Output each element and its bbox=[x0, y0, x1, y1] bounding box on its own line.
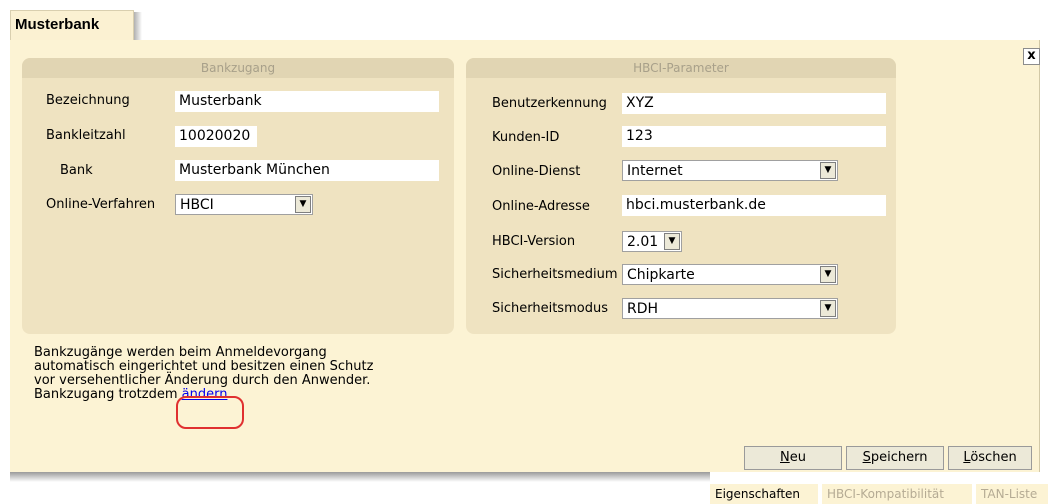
chevron-down-icon[interactable]: ▼ bbox=[820, 266, 836, 283]
tab-tan-liste[interactable]: TAN-Liste bbox=[976, 484, 1048, 504]
label-bankleitzahl: Bankleitzahl bbox=[46, 128, 126, 143]
select-sicherheitsmodus-value: RDH bbox=[627, 301, 659, 317]
select-online-dienst-value: Internet bbox=[627, 163, 683, 179]
label-benutzerkennung: Benutzerkennung bbox=[492, 96, 607, 111]
chevron-down-icon[interactable]: ▼ bbox=[820, 300, 836, 317]
delete-button-label: öschen bbox=[970, 450, 1017, 465]
label-online-verfahren: Online-Verfahren bbox=[46, 197, 155, 212]
panel-shadow bbox=[10, 472, 710, 482]
select-online-verfahren[interactable]: HBCI ▼ bbox=[175, 194, 313, 215]
delete-button[interactable]: Löschen bbox=[948, 446, 1032, 470]
info-line-2: automatisch eingerichtet und besitzen ei… bbox=[34, 359, 374, 374]
close-icon[interactable]: x bbox=[1023, 48, 1040, 65]
highlight-circle bbox=[176, 396, 244, 429]
tab-eigenschaften[interactable]: Eigenschaften bbox=[710, 484, 818, 504]
new-button[interactable]: Neu bbox=[744, 446, 842, 470]
select-online-dienst[interactable]: Internet ▼ bbox=[622, 160, 838, 181]
select-sicherheitsmedium[interactable]: Chipkarte ▼ bbox=[622, 264, 838, 285]
group-hbci-title: HBCI-Parameter bbox=[466, 58, 896, 78]
info-line-3: vor versehentlicher Änderung durch den A… bbox=[34, 373, 371, 388]
tab-hbci-kompatibilitaet[interactable]: HBCI-Kompatibilität bbox=[822, 484, 972, 504]
label-online-dienst: Online-Dienst bbox=[492, 164, 581, 179]
info-text: Bankzugänge werden beim Anmeldevorgang a… bbox=[34, 346, 373, 402]
save-button[interactable]: Speichern bbox=[846, 446, 944, 470]
label-hbci-version: HBCI-Version bbox=[492, 234, 576, 249]
label-bezeichnung: Bezeichnung bbox=[46, 93, 130, 108]
field-bank[interactable]: Musterbank München bbox=[175, 160, 439, 181]
select-online-verfahren-value: HBCI bbox=[180, 197, 214, 213]
select-hbci-version-value: 2.01 bbox=[627, 234, 659, 250]
field-kunden-id[interactable]: 123 bbox=[622, 126, 886, 147]
new-button-accel: N bbox=[780, 450, 790, 465]
label-kunden-id: Kunden-ID bbox=[492, 130, 560, 145]
field-bankleitzahl[interactable]: 10020020 bbox=[175, 126, 257, 147]
label-bank: Bank bbox=[60, 163, 93, 178]
window-title: Musterbank bbox=[15, 16, 100, 33]
field-online-adresse[interactable]: hbci.musterbank.de bbox=[622, 195, 886, 216]
field-bezeichnung[interactable]: Musterbank bbox=[175, 91, 439, 112]
save-button-accel: S bbox=[862, 450, 871, 465]
label-online-verfahren-text: Online-Verfahren bbox=[46, 197, 156, 212]
tab-shadow bbox=[134, 12, 142, 40]
label-online-adresse: Online-Adresse bbox=[492, 199, 590, 214]
info-line-4-prefix: Bankzugang trotzdem bbox=[34, 387, 182, 402]
field-benutzerkennung[interactable]: XYZ bbox=[622, 93, 886, 114]
window-tab-musterbank[interactable]: Musterbank bbox=[10, 10, 134, 40]
group-bankzugang-title: Bankzugang bbox=[22, 58, 454, 78]
select-sicherheitsmodus[interactable]: RDH ▼ bbox=[622, 298, 838, 319]
chevron-down-icon[interactable]: ▼ bbox=[295, 196, 311, 213]
new-button-label: eu bbox=[789, 450, 806, 465]
save-button-label: peichern bbox=[870, 450, 928, 465]
label-sicherheitsmedium: Sicherheitsmedium bbox=[492, 267, 618, 282]
chevron-down-icon[interactable]: ▼ bbox=[664, 233, 680, 250]
select-hbci-version[interactable]: 2.01 ▼ bbox=[622, 231, 682, 252]
info-line-1: Bankzugänge werden beim Anmeldevorgang bbox=[34, 345, 327, 360]
select-sicherheitsmedium-value: Chipkarte bbox=[627, 267, 695, 283]
chevron-down-icon[interactable]: ▼ bbox=[820, 162, 836, 179]
label-sicherheitsmodus: Sicherheitsmodus bbox=[492, 301, 608, 316]
